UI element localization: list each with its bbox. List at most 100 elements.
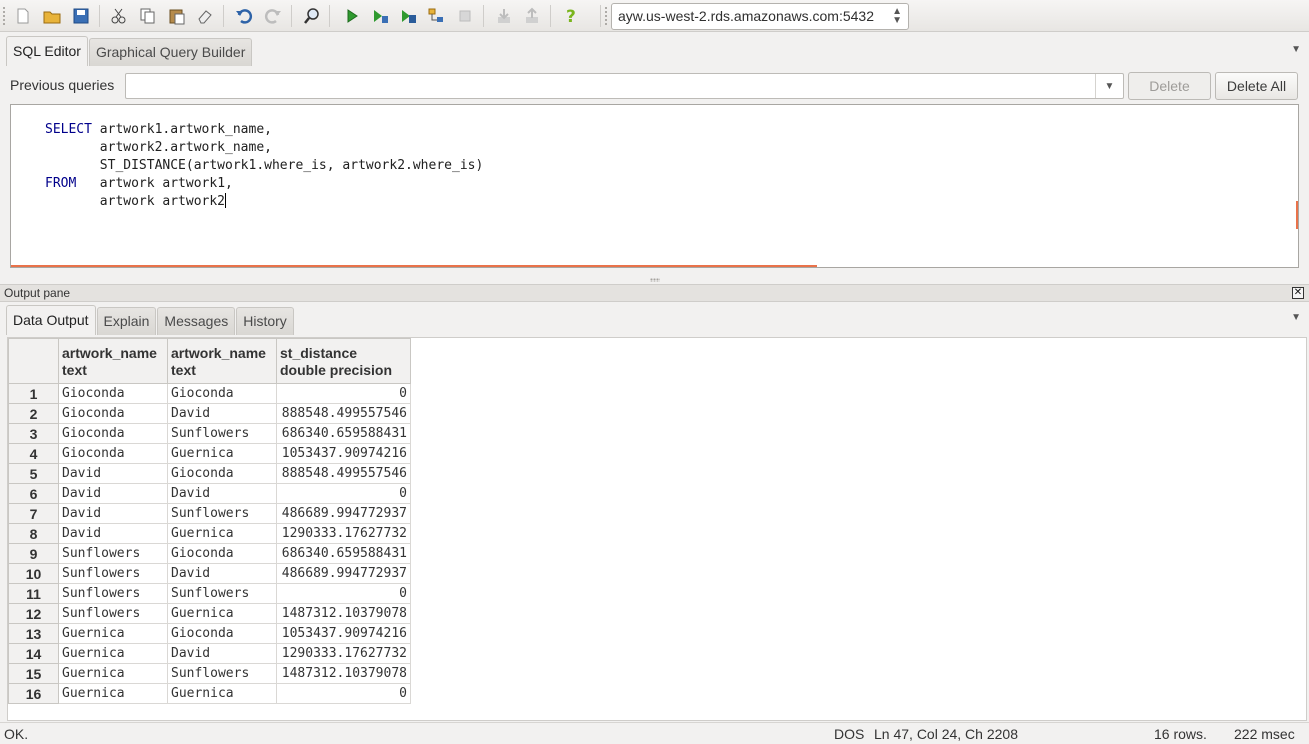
tab-graphical-query-builder[interactable]: Graphical Query Builder [88, 38, 253, 66]
tab-sql-editor[interactable]: SQL Editor [6, 36, 88, 66]
row-number[interactable]: 8 [8, 523, 59, 544]
tab-messages[interactable]: Messages [157, 307, 236, 335]
table-row[interactable]: 1 Gioconda Gioconda 0 [8, 383, 411, 404]
table-cell[interactable]: David [167, 403, 277, 424]
table-row[interactable]: 6 David David 0 [8, 483, 411, 504]
open-folder-icon[interactable] [41, 5, 63, 27]
previous-queries-select[interactable]: ▼ [125, 73, 1124, 99]
table-row[interactable]: 5 David Gioconda 888548.499557546 [8, 463, 411, 484]
table-cell[interactable]: Guernica [167, 603, 277, 624]
delete-all-button[interactable]: Delete All [1215, 72, 1298, 100]
table-cell[interactable]: 0 [276, 583, 411, 604]
copy-icon[interactable] [137, 5, 159, 27]
close-icon[interactable]: ✕ [1292, 287, 1304, 299]
cancel-query-icon[interactable] [454, 5, 476, 27]
table-row[interactable]: 16 Guernica Guernica 0 [8, 683, 411, 704]
table-cell[interactable]: Sunflowers [167, 503, 277, 524]
editor-menu-arrow-icon[interactable]: ▼ [1291, 44, 1301, 55]
row-number[interactable]: 13 [8, 623, 59, 644]
row-number[interactable]: 2 [8, 403, 59, 424]
table-cell[interactable]: Guernica [167, 443, 277, 464]
find-icon[interactable] [301, 5, 323, 27]
grid-corner[interactable] [8, 338, 59, 384]
table-cell[interactable]: Gioconda [58, 383, 168, 404]
table-cell[interactable]: Guernica [58, 643, 168, 664]
table-cell[interactable]: 486689.994772937 [276, 503, 411, 524]
splitter-grip[interactable] [650, 278, 660, 282]
pane-splitter[interactable] [0, 276, 1309, 284]
tab-data-output[interactable]: Data Output [6, 305, 96, 335]
table-cell[interactable]: David [167, 643, 277, 664]
table-row[interactable]: 15 Guernica Sunflowers 1487312.10379078 [8, 663, 411, 684]
cut-icon[interactable] [108, 5, 130, 27]
table-cell[interactable]: Gioconda [58, 403, 168, 424]
table-cell[interactable]: David [58, 503, 168, 524]
table-cell[interactable]: David [58, 463, 168, 484]
table-cell[interactable]: Guernica [167, 683, 277, 704]
save-icon[interactable] [70, 5, 92, 27]
undo-icon[interactable] [233, 5, 255, 27]
table-cell[interactable]: Sunflowers [167, 423, 277, 444]
column-header[interactable]: artwork_name text [58, 338, 168, 384]
table-row[interactable]: 7 David Sunflowers 486689.994772937 [8, 503, 411, 524]
table-cell[interactable]: Gioconda [167, 543, 277, 564]
sql-line[interactable]: SELECT artwork1.artwork_name, [45, 121, 483, 139]
sql-editor[interactable]: SELECT artwork1.artwork_name, artwork2.a… [10, 104, 1299, 268]
table-row[interactable]: 14 Guernica David 1290333.17627732 [8, 643, 411, 664]
table-cell[interactable]: David [58, 483, 168, 504]
column-header[interactable]: artwork_name text [167, 338, 277, 384]
table-cell[interactable]: Gioconda [58, 423, 168, 444]
table-cell[interactable]: Guernica [58, 663, 168, 684]
row-number[interactable]: 1 [8, 383, 59, 404]
sql-line[interactable]: ST_DISTANCE(artwork1.where_is, artwork2.… [45, 157, 484, 175]
help-icon[interactable]: ? [561, 5, 583, 27]
table-cell[interactable]: Sunflowers [58, 583, 168, 604]
table-cell[interactable]: David [58, 523, 168, 544]
table-row[interactable]: 11 Sunflowers Sunflowers 0 [8, 583, 411, 604]
delete-button[interactable]: Delete [1128, 72, 1211, 100]
table-row[interactable]: 10 Sunflowers David 486689.994772937 [8, 563, 411, 584]
explain-icon[interactable] [425, 5, 447, 27]
sql-line[interactable]: FROM artwork artwork1, [45, 175, 483, 193]
sql-line[interactable]: artwork2.artwork_name, [45, 139, 483, 157]
data-output-grid[interactable]: artwork_name text artwork_name text st_dis… [7, 337, 1307, 721]
paste-icon[interactable] [166, 5, 188, 27]
row-number[interactable]: 14 [8, 643, 59, 664]
upload-icon[interactable] [521, 5, 543, 27]
row-number[interactable]: 11 [8, 583, 59, 604]
output-menu-arrow-icon[interactable]: ▼ [1291, 312, 1301, 323]
table-cell[interactable]: 686340.659588431 [276, 543, 411, 564]
table-row[interactable]: 2 Gioconda David 888548.499557546 [8, 403, 411, 424]
table-cell[interactable]: 1053437.90974216 [276, 443, 411, 464]
toolbar-grip[interactable] [604, 6, 608, 26]
table-cell[interactable]: Guernica [167, 523, 277, 544]
table-cell[interactable]: 686340.659588431 [276, 423, 411, 444]
table-row[interactable]: 9 Sunflowers Gioconda 686340.659588431 [8, 543, 411, 564]
table-cell[interactable]: Sunflowers [58, 563, 168, 584]
table-cell[interactable]: 1487312.10379078 [276, 663, 411, 684]
table-cell[interactable]: Guernica [58, 683, 168, 704]
row-number[interactable]: 3 [8, 423, 59, 444]
table-cell[interactable]: David [167, 483, 277, 504]
table-cell[interactable]: Gioconda [58, 443, 168, 464]
table-row[interactable]: 12 Sunflowers Guernica 1487312.10379078 [8, 603, 411, 624]
tab-history[interactable]: History [236, 307, 294, 335]
table-cell[interactable]: Sunflowers [58, 543, 168, 564]
table-cell[interactable]: Gioconda [167, 383, 277, 404]
row-number[interactable]: 15 [8, 663, 59, 684]
table-row[interactable]: 8 David Guernica 1290333.17627732 [8, 523, 411, 544]
table-cell[interactable]: 888548.499557546 [276, 403, 411, 424]
row-number[interactable]: 16 [8, 683, 59, 704]
table-cell[interactable]: 486689.994772937 [276, 563, 411, 584]
column-header[interactable]: st_distance double precision [276, 338, 411, 384]
execute-pgscript-icon[interactable] [369, 5, 391, 27]
row-number[interactable]: 9 [8, 543, 59, 564]
table-cell[interactable]: 0 [276, 383, 411, 404]
row-number[interactable]: 4 [8, 443, 59, 464]
table-cell[interactable]: 1290333.17627732 [276, 523, 411, 544]
table-cell[interactable]: 0 [276, 483, 411, 504]
table-cell[interactable]: 1053437.90974216 [276, 623, 411, 644]
execute-to-file-icon[interactable] [397, 5, 419, 27]
table-cell[interactable]: Sunflowers [58, 603, 168, 624]
tab-explain[interactable]: Explain [96, 307, 157, 335]
